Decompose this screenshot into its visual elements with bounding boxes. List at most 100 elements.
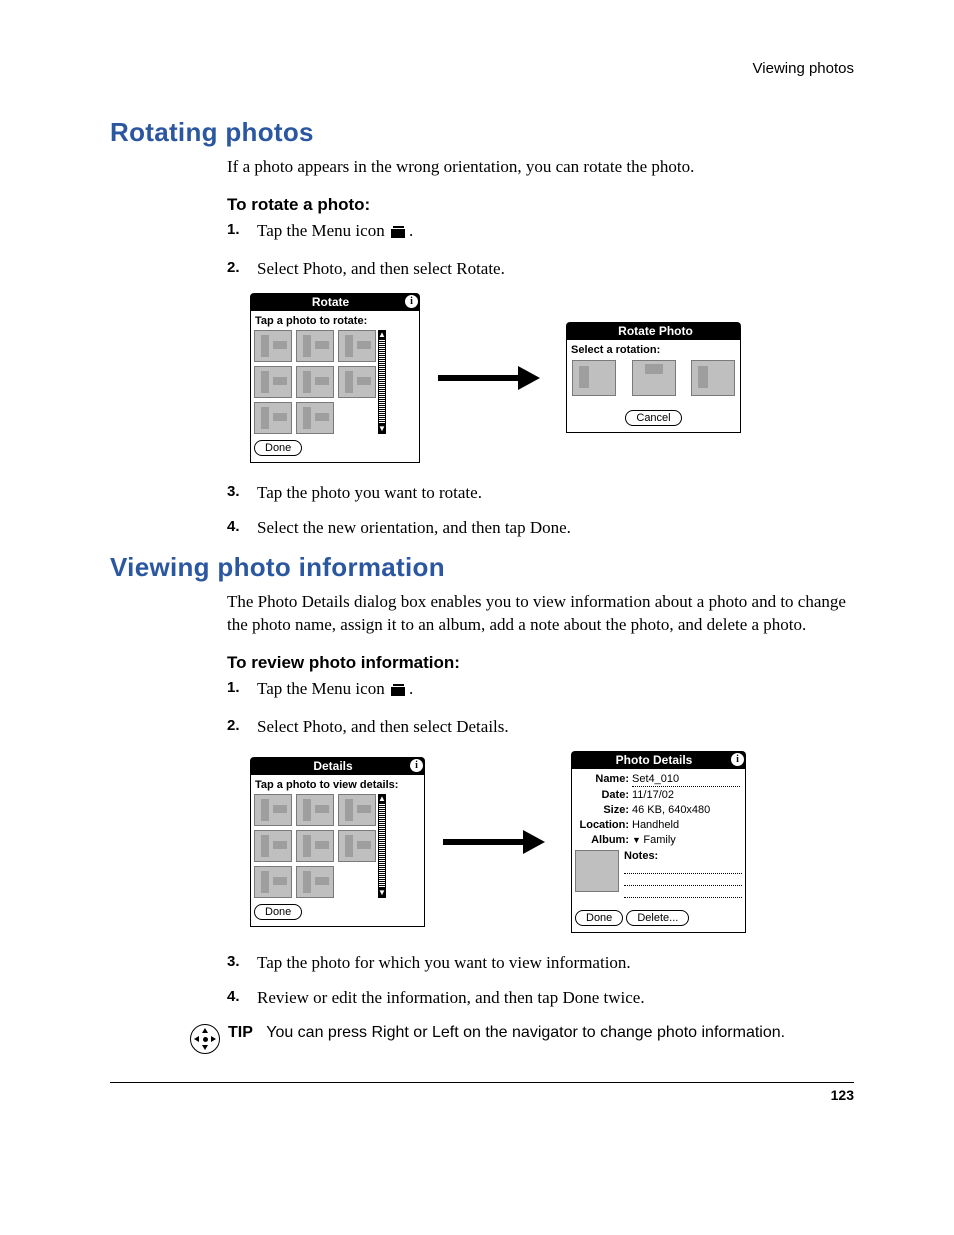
step-text: Select the new orientation, and then tap… [257, 518, 571, 537]
done-button[interactable]: Done [575, 910, 623, 926]
dialog-titlebar: Rotate Photo [566, 322, 741, 340]
dialog-titlebar: Details i [250, 757, 425, 775]
pd-label-size: Size: [577, 804, 632, 817]
pd-value-location: Handheld [632, 819, 740, 832]
step-number: 3. [227, 951, 240, 972]
rotating-steps-cont: 3. Tap the photo you want to rotate. 4. … [227, 481, 854, 541]
info-icon[interactable]: i [410, 759, 423, 772]
done-button[interactable]: Done [254, 904, 302, 920]
dialog-titlebar: Rotate i [250, 293, 420, 311]
rotation-option[interactable] [691, 360, 735, 396]
photo-thumbnail[interactable] [296, 866, 334, 898]
rotating-step-4: 4. Select the new orientation, and then … [257, 516, 854, 540]
photo-preview [575, 850, 619, 892]
scroll-down-arrow-icon[interactable]: ▼ [378, 888, 386, 898]
figure-row-details: Details i Tap a photo to view details: [250, 751, 854, 933]
photo-thumbnail[interactable] [254, 866, 292, 898]
done-button[interactable]: Done [254, 440, 302, 456]
page: Viewing photos Rotating photos If a phot… [0, 0, 954, 1235]
tip-text: You can press Right or Left on the navig… [266, 1024, 785, 1041]
dialog-sub: Select a rotation: [570, 343, 737, 360]
info-icon[interactable]: i [731, 753, 744, 766]
photo-thumbnail[interactable] [338, 794, 376, 826]
step-number: 4. [227, 986, 240, 1007]
dialog-title: Rotate [312, 295, 349, 309]
step-text-pre: Tap the Menu icon [257, 679, 389, 698]
step-number: 3. [227, 481, 240, 502]
step-number: 1. [227, 677, 240, 698]
scrollbar[interactable]: ▲ ▼ [378, 794, 386, 898]
rotating-steps: 1. Tap the Menu icon . 2. Select Photo, … [227, 219, 854, 281]
photo-details-dialog: Photo Details i Name: Set4_010 Date: 11/… [571, 751, 746, 933]
step-number: 2. [227, 715, 240, 736]
viewing-step-4: 4. Review or edit the information, and t… [257, 986, 854, 1010]
thumbnail-grid [254, 330, 376, 434]
dialog-title: Photo Details [616, 753, 693, 767]
photo-thumbnail[interactable] [296, 366, 334, 398]
rotation-option[interactable] [632, 360, 676, 396]
scroll-track[interactable] [378, 804, 386, 888]
notes-line[interactable] [624, 862, 742, 874]
menu-icon [391, 679, 407, 703]
tip-label: TIP [228, 1024, 253, 1041]
flow-arrow-icon [438, 366, 548, 390]
step-text-pre: Tap the Menu icon [257, 221, 389, 240]
navigator-icon [190, 1024, 220, 1054]
step-text-post: . [409, 679, 413, 698]
dialog-body: Name: Set4_010 Date: 11/17/02 Size: 46 K… [571, 769, 746, 933]
photo-thumbnail[interactable] [338, 830, 376, 862]
scrollbar[interactable]: ▲ ▼ [378, 330, 386, 434]
scroll-up-arrow-icon[interactable]: ▲ [378, 794, 386, 804]
dialog-titlebar: Photo Details i [571, 751, 746, 769]
figure-row-rotate: Rotate i Tap a photo to rotate: [250, 293, 854, 463]
photo-thumbnail[interactable] [254, 366, 292, 398]
step-number: 2. [227, 257, 240, 278]
photo-thumbnail[interactable] [254, 330, 292, 362]
info-icon[interactable]: i [405, 295, 418, 308]
step-text: Tap the photo you want to rotate. [257, 483, 482, 502]
pd-label-name: Name: [577, 773, 632, 787]
dialog-body: Tap a photo to rotate: ▲ [250, 311, 420, 463]
dialog-title: Rotate Photo [618, 324, 693, 338]
page-number: 123 [831, 1087, 854, 1103]
page-footer: 123 [110, 1082, 854, 1103]
pd-value-album[interactable]: Family [632, 834, 740, 847]
details-dialog: Details i Tap a photo to view details: [250, 757, 425, 927]
viewing-step-2: 2. Select Photo, and then select Details… [257, 715, 854, 739]
delete-button[interactable]: Delete... [626, 910, 689, 926]
running-head: Viewing photos [110, 60, 854, 77]
dialog-body: Select a rotation: Cancel [566, 340, 741, 433]
scroll-track[interactable] [378, 340, 386, 424]
photo-thumbnail[interactable] [296, 402, 334, 434]
section-title-rotating: Rotating photos [110, 117, 854, 148]
photo-thumbnail[interactable] [296, 830, 334, 862]
step-text: Tap the photo for which you want to view… [257, 953, 631, 972]
viewing-steps-cont: 3. Tap the photo for which you want to v… [227, 951, 854, 1011]
thumbnail-grid [254, 794, 376, 898]
photo-thumbnail[interactable] [254, 830, 292, 862]
dialog-title: Details [313, 759, 352, 773]
rotating-subhead: To rotate a photo: [227, 195, 854, 215]
pd-label-date: Date: [577, 789, 632, 802]
rotation-option[interactable] [572, 360, 616, 396]
dialog-sub: Tap a photo to rotate: [254, 314, 416, 330]
notes-line[interactable] [624, 886, 742, 898]
photo-thumbnail[interactable] [296, 330, 334, 362]
pd-value-size: 46 KB, 640x480 [632, 804, 740, 817]
photo-thumbnail[interactable] [338, 330, 376, 362]
cancel-button[interactable]: Cancel [625, 410, 681, 426]
photo-thumbnail[interactable] [254, 794, 292, 826]
photo-thumbnail[interactable] [338, 366, 376, 398]
scroll-down-arrow-icon[interactable]: ▼ [378, 424, 386, 434]
step-text-post: . [409, 221, 413, 240]
step-number: 4. [227, 516, 240, 537]
pd-value-name[interactable]: Set4_010 [632, 773, 740, 787]
pd-label-album: Album: [577, 834, 632, 847]
dialog-body: Tap a photo to view details: ▲ [250, 775, 425, 927]
notes-line[interactable] [624, 874, 742, 886]
photo-thumbnail[interactable] [296, 794, 334, 826]
viewing-step-3: 3. Tap the photo for which you want to v… [257, 951, 854, 975]
viewing-steps: 1. Tap the Menu icon . 2. Select Photo, … [227, 677, 854, 739]
photo-thumbnail[interactable] [254, 402, 292, 434]
scroll-up-arrow-icon[interactable]: ▲ [378, 330, 386, 340]
